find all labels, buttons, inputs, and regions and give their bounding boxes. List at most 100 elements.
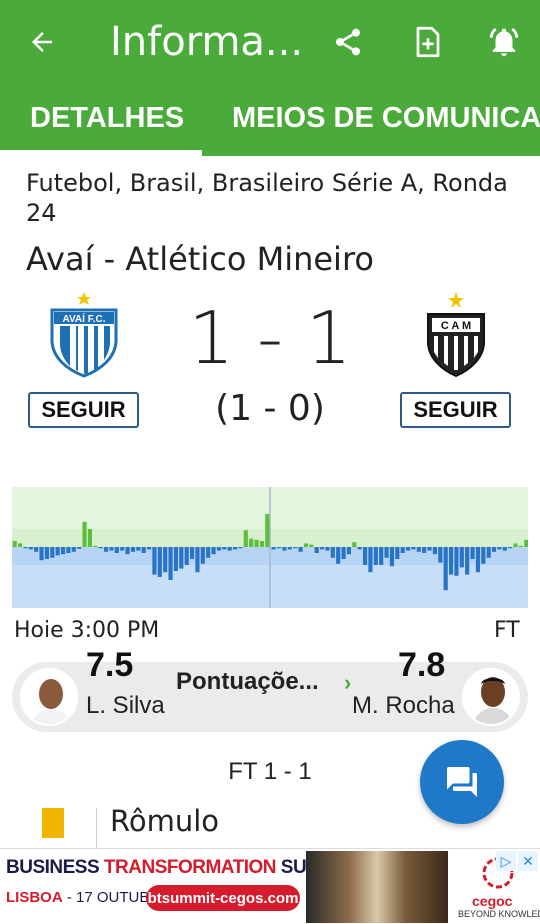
ad-controls[interactable]: ▷ ✕ [496, 851, 538, 871]
momentum-bar [282, 547, 287, 551]
momentum-bar [422, 547, 427, 553]
follow-home-button[interactable]: SEGUIR [28, 392, 139, 428]
momentum-bar [39, 547, 44, 561]
momentum-bar [44, 547, 50, 559]
competition-breadcrumb: Futebol, Brasil, Brasileiro Série A, Ron… [26, 169, 508, 227]
momentum-bar [352, 542, 357, 547]
momentum-bar [475, 547, 481, 573]
momentum-bar [416, 547, 421, 552]
momentum-bar [28, 547, 33, 550]
tab-details[interactable]: DETALHES [30, 84, 184, 156]
momentum-bar [336, 547, 341, 564]
momentum-bar [481, 547, 486, 564]
momentum-bar [50, 547, 55, 558]
momentum-bar [136, 547, 141, 551]
momentum-bar [184, 547, 189, 565]
momentum-bar [298, 547, 303, 552]
momentum-bar [427, 547, 432, 551]
momentum-bar [243, 530, 248, 547]
momentum-bar [200, 547, 205, 564]
ad-brand: cegoc [472, 893, 513, 909]
momentum-bar [373, 547, 378, 565]
away-team-crest[interactable]: C A M [424, 292, 488, 383]
momentum-bar [465, 547, 470, 575]
match-score: 1 - 1 [188, 296, 352, 380]
momentum-bar [120, 547, 125, 551]
home-player-avatar [20, 668, 78, 726]
momentum-bar [276, 547, 282, 549]
home-team-crest[interactable]: AVAÍ F.C. [48, 292, 120, 383]
momentum-bar [249, 538, 254, 547]
momentum-bar [23, 547, 28, 549]
momentum-bar [314, 547, 319, 553]
momentum-bar [438, 547, 443, 563]
momentum-bar [77, 547, 82, 549]
momentum-bar [502, 547, 507, 551]
ad-banner[interactable]: BUSINESS TRANSFORMATION SUMMIT 2017 LISB… [0, 848, 540, 924]
momentum-bar [432, 547, 438, 555]
chevron-right-icon: › [344, 670, 352, 695]
momentum-bar [293, 547, 298, 549]
share-icon[interactable] [324, 20, 372, 64]
momentum-bar [330, 547, 335, 558]
momentum-bar [222, 547, 227, 550]
momentum-bar [34, 547, 39, 552]
momentum-bar [341, 547, 346, 559]
momentum-bar [130, 547, 136, 552]
tab-media[interactable]: MEIOS DE COMUNICAÇ [232, 84, 540, 156]
momentum-bar [168, 547, 173, 580]
momentum-bar [82, 521, 87, 547]
momentum-bar [443, 547, 448, 591]
momentum-bar [491, 547, 497, 552]
momentum-bar [265, 514, 270, 547]
momentum-bar [103, 547, 109, 552]
momentum-bar [141, 547, 146, 553]
ad-info-icon[interactable]: ▷ [496, 851, 516, 871]
momentum-bar [71, 547, 76, 552]
follow-away-button[interactable]: SEGUIR [400, 392, 511, 428]
ad-tagline: BEYOND KNOWLEDGE® [458, 909, 540, 919]
yellow-card-icon [42, 808, 64, 838]
momentum-bar [497, 547, 502, 550]
momentum-bar [405, 547, 411, 551]
top-app-bar: Informa... [0, 0, 540, 84]
momentum-bar [87, 529, 93, 547]
momentum-bar [362, 547, 368, 565]
momentum-bar [66, 547, 71, 553]
ad-headline-part2: TRANSFORMATION [103, 857, 277, 878]
momentum-bar [271, 547, 276, 550]
match-momentum-chart [12, 487, 528, 608]
ad-url-button[interactable]: btsummit-cegos.com [146, 885, 300, 911]
home-player-name: L. Silva [86, 692, 165, 719]
momentum-bar [518, 545, 524, 547]
screen-title: Informa... [110, 19, 304, 65]
notifications-icon[interactable] [480, 20, 528, 64]
ad-city: LISBOA [6, 889, 63, 906]
add-document-icon[interactable] [404, 20, 452, 64]
momentum-bar [173, 547, 179, 571]
home-crest-text: AVAÍ F.C. [63, 312, 106, 325]
momentum-bar [508, 547, 513, 549]
momentum-bar [55, 547, 60, 556]
momentum-bar [211, 547, 216, 555]
momentum-bar [254, 539, 259, 547]
timeline-divider [96, 808, 97, 848]
chart-end-label: FT [494, 618, 520, 643]
momentum-bar [459, 547, 464, 568]
momentum-bar [319, 547, 325, 550]
momentum-bar [411, 547, 416, 550]
momentum-bar [109, 547, 114, 551]
chat-button[interactable] [420, 740, 504, 824]
away-player-name: M. Rocha [352, 692, 455, 719]
momentum-bar [486, 547, 491, 558]
final-score-line: FT 1 - 1 [228, 758, 312, 785]
momentum-bar [513, 543, 518, 547]
momentum-bar [12, 541, 17, 547]
momentum-bar [189, 547, 195, 559]
back-arrow-icon[interactable] [18, 20, 66, 64]
momentum-bar [309, 544, 314, 547]
ad-headline-part1: BUSINESS [6, 857, 104, 878]
momentum-bar [357, 547, 362, 550]
ad-close-icon[interactable]: ✕ [518, 851, 538, 871]
momentum-bar [395, 547, 400, 559]
